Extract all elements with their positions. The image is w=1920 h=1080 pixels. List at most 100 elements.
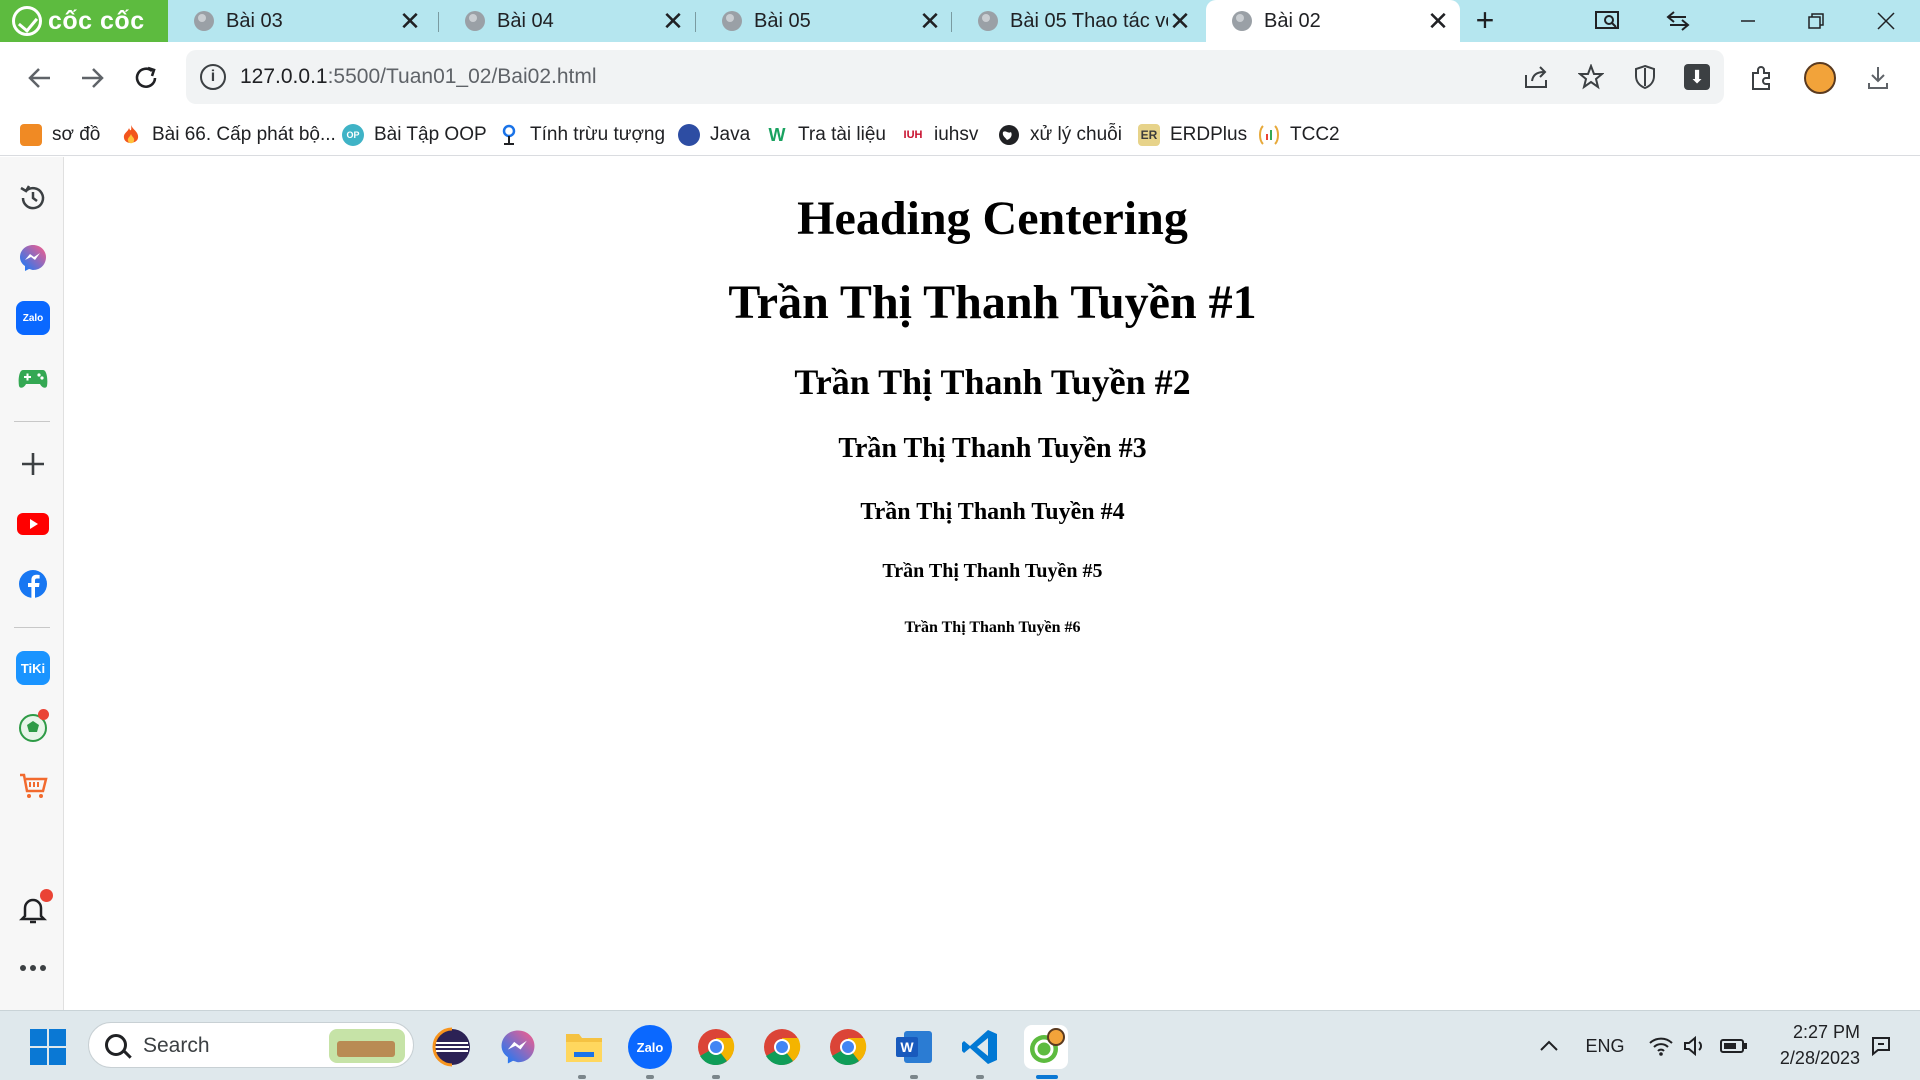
url-text[interactable]: 127.0.0.1:5500/Tuan01_02/Bai02.html xyxy=(240,50,597,104)
restore-icon xyxy=(1808,13,1824,29)
heading-1: Trần Thị Thanh Tuyền #1 xyxy=(728,276,1257,329)
bookmark-xu-ly-chuoi[interactable]: xử lý chuỗi xyxy=(998,122,1122,148)
new-tab-button[interactable]: + xyxy=(1468,4,1502,38)
messenger-icon[interactable] xyxy=(16,241,50,275)
bookmark-tra-tai-lieu[interactable]: W Tra tài liệu xyxy=(766,122,887,148)
bookmark-tcc2[interactable]: TCC2 xyxy=(1258,122,1340,148)
close-icon xyxy=(1877,12,1895,30)
reload-button[interactable] xyxy=(126,58,166,98)
coccoc-logo-icon xyxy=(12,6,42,36)
eclipse-icon[interactable] xyxy=(430,1025,474,1069)
bookmark-iuhsv[interactable]: IUH iuhsv xyxy=(902,122,979,148)
chrome-icon[interactable] xyxy=(826,1025,870,1069)
vscode-icon[interactable] xyxy=(958,1025,1002,1069)
close-icon[interactable]: ✕ xyxy=(398,8,422,34)
shop-icon[interactable] xyxy=(16,769,50,803)
heading-3: Trần Thị Thanh Tuyền #3 xyxy=(838,433,1147,464)
bookmark-erdplus[interactable]: ER ERDPlus xyxy=(1138,122,1247,148)
tab-bai-05[interactable]: Bài 05 ✕ xyxy=(696,0,952,42)
wifi-icon[interactable] xyxy=(1646,1011,1676,1080)
tab-switcher-button[interactable] xyxy=(1648,0,1708,42)
downloads-button[interactable] xyxy=(1860,60,1896,96)
web-page: Heading Centering Trần Thị Thanh Tuyền #… xyxy=(65,157,1920,1010)
coccoc-menu-button[interactable]: cốc cốc xyxy=(0,0,168,42)
tab-title: Bài 04 xyxy=(497,9,554,32)
close-icon[interactable]: ✕ xyxy=(1168,8,1192,34)
running-indicator xyxy=(910,1075,918,1079)
bookmark-java[interactable]: Java xyxy=(678,122,750,148)
volume-icon[interactable] xyxy=(1680,1011,1710,1080)
brand-name: cốc cốc xyxy=(48,6,145,35)
bookmark-label: iuhsv xyxy=(934,124,979,145)
globe-icon xyxy=(722,11,742,31)
tab-bai-02[interactable]: Bài 02 ✕ xyxy=(1206,0,1460,42)
history-icon[interactable] xyxy=(16,181,50,215)
facebook-icon[interactable] xyxy=(16,567,50,601)
bookmark-so-do[interactable]: sơ đồ xyxy=(20,122,100,148)
bookmark-label: Tính trừu tượng xyxy=(530,124,666,145)
profile-button[interactable] xyxy=(1802,60,1838,96)
language-indicator[interactable]: ENG xyxy=(1580,1011,1630,1080)
word-icon[interactable]: W xyxy=(892,1025,936,1069)
back-button[interactable] xyxy=(20,58,60,98)
bookmark-bai-tap-oop[interactable]: OP Bài Tập OOP xyxy=(342,122,487,148)
tab-search-button[interactable] xyxy=(1578,0,1638,42)
clock[interactable]: 2:27 PM 2/28/2023 xyxy=(1760,1019,1860,1071)
bell-icon[interactable] xyxy=(16,889,53,927)
search-input[interactable]: Search xyxy=(143,1023,210,1069)
start-button[interactable] xyxy=(30,1029,66,1065)
close-window-button[interactable] xyxy=(1856,0,1916,42)
bookmark-label: Java xyxy=(710,124,751,145)
bookmark-star-button[interactable] xyxy=(1574,60,1608,94)
forward-button[interactable] xyxy=(72,58,112,98)
globe-icon xyxy=(998,124,1020,146)
address-bar[interactable]: i 127.0.0.1:5500/Tuan01_02/Bai02.html ⬇ xyxy=(186,50,1724,104)
extensions-button[interactable] xyxy=(1744,60,1780,96)
minimize-button[interactable] xyxy=(1718,0,1778,42)
zalo-icon[interactable]: Zalo xyxy=(628,1025,672,1069)
add-icon[interactable] xyxy=(16,447,50,481)
url-path: :5500/Tuan01_02/Bai02.html xyxy=(327,65,597,88)
show-hidden-icons-button[interactable] xyxy=(1534,1011,1564,1080)
zalo-icon[interactable]: Zalo xyxy=(16,301,50,335)
close-icon[interactable]: ✕ xyxy=(918,8,942,34)
url-host: 127.0.0.1 xyxy=(240,65,328,88)
site-info-icon[interactable]: i xyxy=(200,64,226,90)
chrome-icon[interactable] xyxy=(694,1025,738,1069)
messenger-icon[interactable] xyxy=(496,1025,540,1069)
bookmark-tinh-truu-tuong[interactable]: Tính trừu tượng xyxy=(498,122,665,148)
close-icon[interactable]: ✕ xyxy=(1426,8,1450,34)
bookmark-bai-66[interactable]: Bài 66. Cấp phát bộ... xyxy=(120,122,336,148)
tab-search-icon xyxy=(1595,11,1619,29)
chevron-up-icon xyxy=(1540,1040,1558,1051)
search-highlight-image xyxy=(329,1029,405,1063)
tab-bai-03[interactable]: Bài 03 ✕ xyxy=(168,0,432,42)
heading-6: Trần Thị Thanh Tuyền #6 xyxy=(904,619,1081,636)
tiki-icon[interactable]: TiKi xyxy=(16,651,50,685)
notification-icon xyxy=(1872,1037,1890,1057)
tab-bai-05-thao-tac[interactable]: Bài 05 Thao tác vớ ✕ xyxy=(952,0,1202,42)
adblock-button[interactable] xyxy=(1628,60,1662,94)
battery-icon[interactable] xyxy=(1718,1011,1750,1080)
close-icon[interactable]: ✕ xyxy=(661,8,685,34)
heading-centering: Heading Centering xyxy=(797,192,1188,245)
file-explorer-icon[interactable] xyxy=(562,1025,606,1069)
taskbar-search[interactable]: Search xyxy=(88,1022,414,1068)
notification-center-button[interactable] xyxy=(1864,1011,1898,1080)
shield-icon xyxy=(1635,64,1655,90)
chrome-icon[interactable] xyxy=(760,1025,804,1069)
football-icon[interactable] xyxy=(16,709,50,745)
tab-bai-04[interactable]: Bài 04 ✕ xyxy=(439,0,695,42)
running-indicator xyxy=(712,1075,720,1079)
youtube-icon[interactable] xyxy=(16,507,50,541)
coccoc-icon[interactable] xyxy=(1024,1025,1068,1069)
media-download-button[interactable]: ⬇ xyxy=(1680,60,1714,94)
restore-button[interactable] xyxy=(1786,0,1846,42)
svg-text:W: W xyxy=(900,1039,914,1055)
sidebar: Zalo TiKi xyxy=(0,157,64,1010)
clock-time: 2:27 PM xyxy=(1792,1022,1860,1042)
game-icon[interactable] xyxy=(16,361,50,395)
more-icon[interactable] xyxy=(16,951,50,985)
share-button[interactable] xyxy=(1520,60,1554,94)
fire-icon xyxy=(120,124,142,146)
